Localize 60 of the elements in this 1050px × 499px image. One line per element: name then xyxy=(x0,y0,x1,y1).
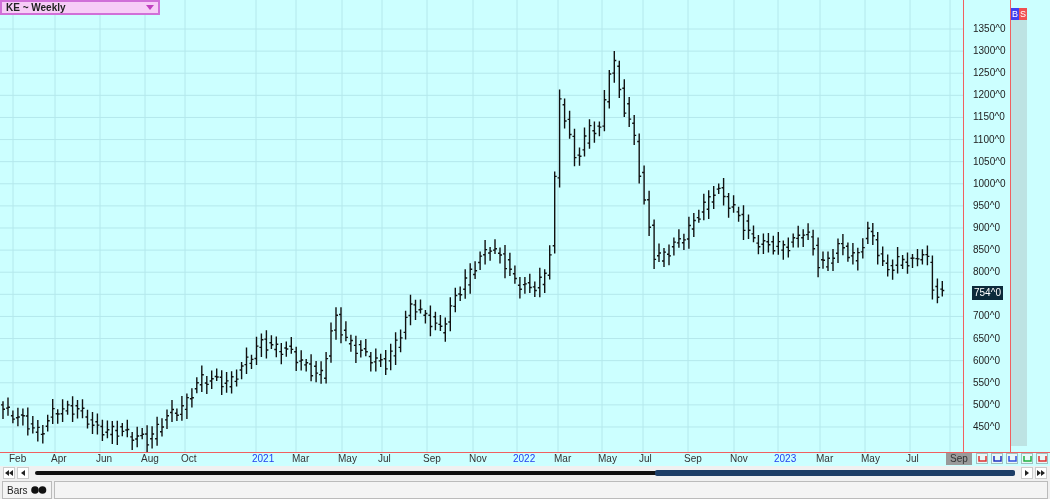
date-label: Nov xyxy=(469,453,487,465)
date-label: Mar xyxy=(816,453,834,465)
date-label: Jun xyxy=(96,453,113,465)
price-label: 900^0 xyxy=(973,221,1000,235)
price-label: 550^0 xyxy=(973,375,1000,390)
price-label: 1200^0 xyxy=(973,88,1006,103)
scroll-thumb[interactable] xyxy=(655,469,1015,476)
price-label: 1300^0 xyxy=(973,44,1006,59)
price-label: 450^0 xyxy=(973,419,1000,434)
price-label: 1000^0 xyxy=(973,176,1006,191)
symbol-dropdown[interactable]: KE ~ Weekly xyxy=(0,0,160,15)
price-label: 1100^0 xyxy=(973,132,1005,147)
price-label: 1250^0 xyxy=(973,66,1006,81)
dots-icon xyxy=(30,486,47,495)
date-label: May xyxy=(338,453,357,465)
chart-tool-icon[interactable] xyxy=(976,453,988,464)
date-label: Oct xyxy=(181,453,197,465)
price-label: 600^0 xyxy=(973,353,1000,368)
last-price-label: 754^0 xyxy=(972,285,1003,300)
chart-tool-icon[interactable] xyxy=(1006,453,1018,464)
buy-button[interactable]: B xyxy=(1011,8,1019,20)
price-label: 500^0 xyxy=(973,397,1000,412)
date-label: 2022 xyxy=(513,453,536,465)
date-label: Mar xyxy=(554,453,572,465)
price-label: 1050^0 xyxy=(973,154,1006,169)
sell-button[interactable]: S xyxy=(1019,8,1027,20)
date-label: Jul xyxy=(378,453,391,465)
date-label: Sep xyxy=(946,453,972,465)
date-label: 2021 xyxy=(252,453,275,465)
date-label: Feb xyxy=(9,453,27,465)
price-label: 800^0 xyxy=(973,265,1000,280)
date-label: Jul xyxy=(639,453,652,465)
date-label: Sep xyxy=(423,453,441,465)
date-label: May xyxy=(598,453,617,465)
scroll-right-button[interactable] xyxy=(1021,466,1033,479)
bars-tab[interactable]: Bars xyxy=(2,481,52,499)
caret-icon xyxy=(146,5,154,10)
date-label: Jul xyxy=(906,453,919,465)
price-label: 700^0 xyxy=(973,309,1000,324)
scroll-start-button[interactable] xyxy=(3,466,15,479)
left-arrow-icon xyxy=(21,469,25,476)
double-left-arrow-icon xyxy=(5,469,13,476)
scroll-track[interactable] xyxy=(35,470,1015,475)
scroll-left-button[interactable] xyxy=(17,466,29,479)
date-label: 2023 xyxy=(774,453,797,465)
date-label: Sep xyxy=(684,453,702,465)
double-right-arrow-icon xyxy=(1037,469,1045,476)
date-label: Mar xyxy=(292,453,310,465)
chart-tool-icon[interactable] xyxy=(991,453,1003,464)
date-label: Nov xyxy=(730,453,748,465)
price-label: 850^0 xyxy=(973,243,1000,258)
date-label: May xyxy=(861,453,880,465)
date-label: Apr xyxy=(51,453,67,465)
price-label: 950^0 xyxy=(973,198,1000,213)
scroll-end-button[interactable] xyxy=(1035,466,1047,479)
right-arrow-icon xyxy=(1025,469,1029,476)
price-label: 1350^0 xyxy=(973,22,1006,36)
date-label: Aug xyxy=(141,453,159,465)
price-label: 650^0 xyxy=(973,331,1000,346)
price-label: 1150^0 xyxy=(973,110,1005,125)
